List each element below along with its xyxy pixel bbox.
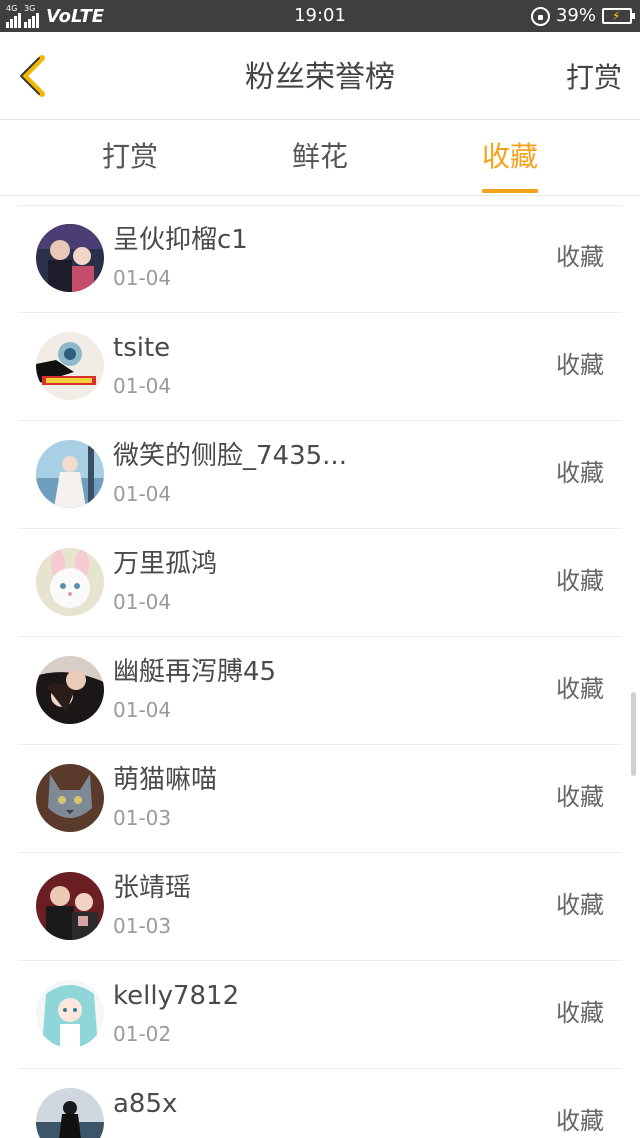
list-item[interactable]: 呈伙抑榴c1 01-04 收藏 xyxy=(0,205,640,313)
avatar[interactable] xyxy=(36,548,104,616)
user-name: 微笑的侧脸_7435... xyxy=(113,441,347,471)
scrollbar-thumb[interactable] xyxy=(631,692,636,776)
item-action-label: 收藏 xyxy=(556,999,604,1027)
app-header: 粉丝荣誉榜 打赏 xyxy=(0,32,640,120)
list-item[interactable]: 萌猫嘛喵 01-03 收藏 xyxy=(0,745,640,853)
avatar[interactable] xyxy=(36,980,104,1048)
item-date: 01-03 xyxy=(113,914,172,938)
item-action-label: 收藏 xyxy=(556,675,604,703)
tab-bar: 打赏 鲜花 收藏 xyxy=(0,121,640,196)
rotation-lock-icon xyxy=(530,6,550,26)
avatar[interactable] xyxy=(36,332,104,400)
battery-icon: ⚡ xyxy=(602,8,635,24)
item-action-label: 收藏 xyxy=(556,351,604,379)
user-name: 呈伙抑榴c1 xyxy=(113,225,248,255)
item-action-label: 收藏 xyxy=(556,891,604,919)
item-date: 01-03 xyxy=(113,806,172,830)
active-tab-indicator xyxy=(482,189,538,193)
item-date: 01-02 xyxy=(113,1022,172,1046)
list-item[interactable]: tsite 01-04 收藏 xyxy=(0,313,640,421)
item-date: 01-04 xyxy=(113,266,172,290)
avatar[interactable] xyxy=(36,224,104,292)
item-date: 01-04 xyxy=(113,590,172,614)
reward-button[interactable]: 打赏 xyxy=(566,60,622,96)
fan-list: 呈伙抑榴c1 01-04 收藏 tsite 01-04 收藏 微笑的侧脸_743… xyxy=(0,205,640,1138)
battery-percent: 39% xyxy=(555,5,596,26)
charging-bolt-icon: ⚡ xyxy=(612,9,621,23)
avatar[interactable] xyxy=(36,1088,104,1138)
list-item[interactable]: 微笑的侧脸_7435... 01-04 收藏 xyxy=(0,421,640,529)
item-action-label: 收藏 xyxy=(556,1107,604,1135)
list-item[interactable]: 张靖瑶 01-03 收藏 xyxy=(0,853,640,961)
list-item[interactable]: 万里孤鸿 01-04 收藏 xyxy=(0,529,640,637)
item-date: 01-04 xyxy=(113,374,172,398)
tab-flowers[interactable]: 鲜花 xyxy=(265,139,375,175)
item-action-label: 收藏 xyxy=(556,567,604,595)
user-name: kelly7812 xyxy=(113,981,240,1011)
user-name: 幽艇再泻膊45 xyxy=(113,657,277,687)
user-name: 萌猫嘛喵 xyxy=(113,765,218,795)
user-name: a85x xyxy=(113,1089,178,1119)
item-date: 01-04 xyxy=(113,698,172,722)
avatar[interactable] xyxy=(36,872,104,940)
avatar[interactable] xyxy=(36,440,104,508)
user-name: 万里孤鸿 xyxy=(113,549,218,579)
avatar[interactable] xyxy=(36,764,104,832)
list-item[interactable]: a85x 收藏 xyxy=(0,1069,640,1138)
item-action-label: 收藏 xyxy=(556,783,604,811)
page-title: 粉丝荣誉榜 xyxy=(245,60,395,95)
item-action-label: 收藏 xyxy=(556,243,604,271)
list-item[interactable]: 幽艇再泻膊45 01-04 收藏 xyxy=(0,637,640,745)
item-date: 01-04 xyxy=(113,482,172,506)
tab-reward[interactable]: 打赏 xyxy=(75,139,185,175)
status-right: 39% ⚡ xyxy=(530,4,635,28)
user-name: 张靖瑶 xyxy=(113,873,192,903)
avatar[interactable] xyxy=(36,656,104,724)
status-bar: 4G 3G VoLTE 19:01 39% ⚡ xyxy=(0,0,640,32)
list-item[interactable]: kelly7812 01-02 收藏 xyxy=(0,961,640,1069)
tab-favorites[interactable]: 收藏 xyxy=(455,139,565,193)
user-name: tsite xyxy=(113,333,171,363)
tab-favorites-label: 收藏 xyxy=(481,140,538,173)
item-action-label: 收藏 xyxy=(556,459,604,487)
